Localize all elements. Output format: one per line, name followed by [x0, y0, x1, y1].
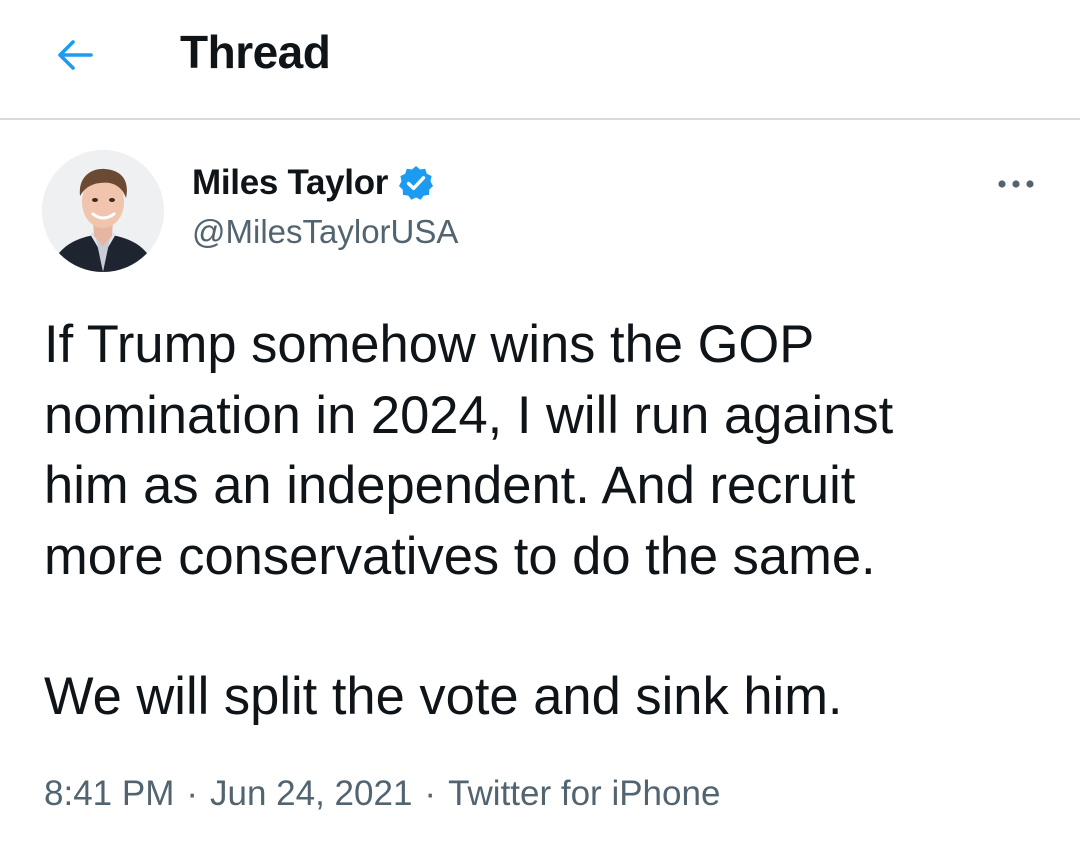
tweet-text-line: We will split the vote and sink him.: [44, 667, 843, 726]
more-options-button[interactable]: [992, 166, 1040, 202]
more-horizontal-icon: [998, 180, 1034, 188]
tweet-text-line: more conservatives to do the same.: [44, 526, 876, 586]
back-button[interactable]: [48, 28, 102, 82]
tweet-date[interactable]: Jun 24, 2021: [210, 770, 412, 818]
avatar[interactable]: [42, 150, 164, 272]
author-handle[interactable]: @MilesTaylorUSA: [192, 210, 458, 254]
top-bar: Thread: [0, 0, 1080, 120]
author-name-row[interactable]: Miles Taylor: [192, 160, 435, 206]
page-title: Thread: [180, 26, 331, 78]
tweet-text: If Trump somehow wins the GOP nomination…: [44, 310, 1044, 733]
profile-photo: [42, 150, 164, 272]
separator-dot: ·: [424, 774, 437, 813]
verified-badge-icon: [397, 164, 435, 202]
tweet-text-line: If Trump somehow wins the GOP: [44, 315, 815, 374]
arrow-left-icon: [58, 40, 93, 70]
separator-dot: ·: [186, 774, 199, 813]
tweet-text-line: nomination in 2024, I will run against: [44, 385, 894, 445]
author-name[interactable]: Miles Taylor: [192, 163, 388, 203]
tweet-metadata: 8:41 PM · Jun 24, 2021 · Twitter for iPh…: [44, 770, 720, 818]
tweet-text-line: him as an independent. And recruit: [44, 456, 856, 515]
tweet-source[interactable]: Twitter for iPhone: [448, 770, 720, 818]
tweet-time[interactable]: 8:41 PM: [44, 770, 174, 818]
